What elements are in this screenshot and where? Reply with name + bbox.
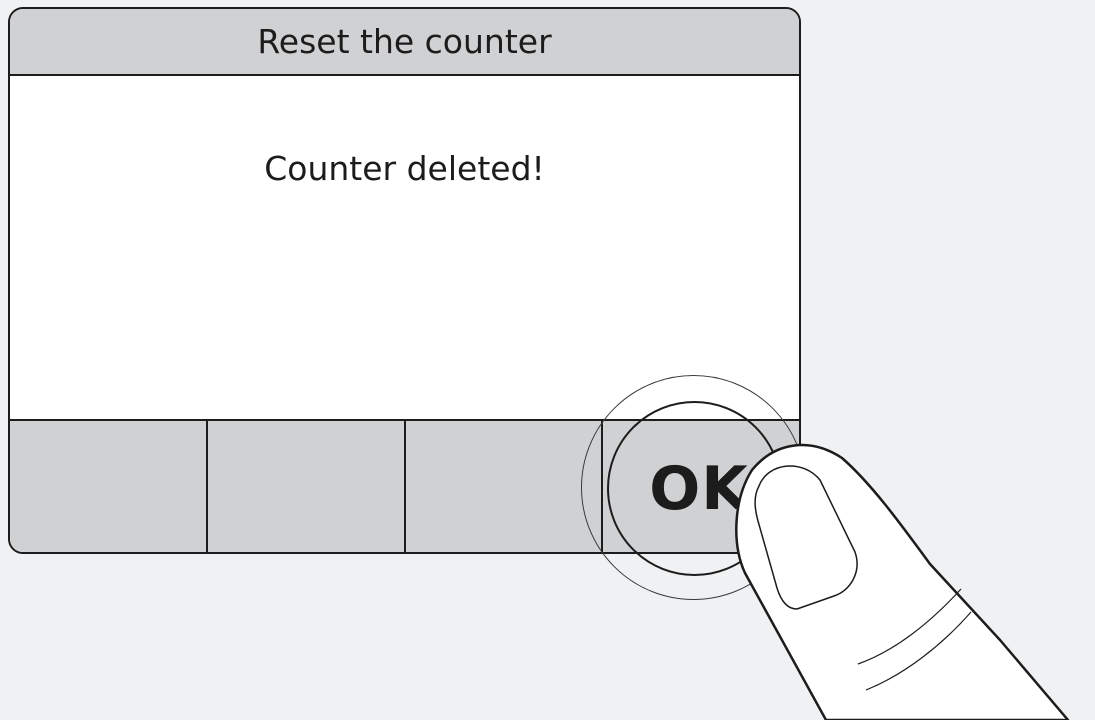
softkey-2[interactable] [208, 421, 406, 552]
softkey-bar: OK [10, 419, 799, 552]
device-screen: Reset the counter Counter deleted! OK [8, 7, 801, 554]
dialog-message: Counter deleted! [264, 149, 545, 188]
softkey-3[interactable] [406, 421, 604, 552]
ok-button-label: OK [649, 454, 749, 524]
dialog-title: Reset the counter [10, 9, 799, 76]
softkey-1[interactable] [10, 421, 208, 552]
ok-button[interactable]: OK [603, 421, 799, 552]
